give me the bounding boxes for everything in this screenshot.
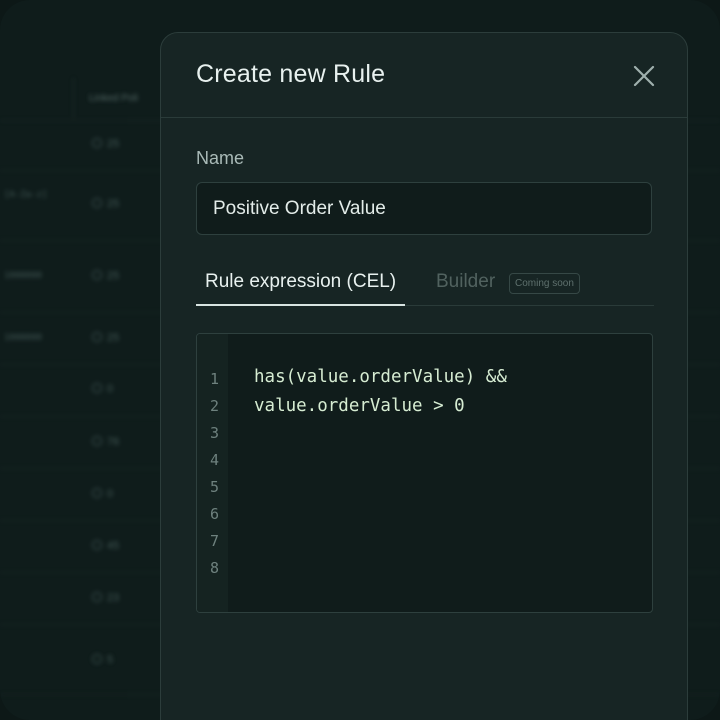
- linked-count: 25: [92, 270, 119, 282]
- app-window: Linked Poli 25 [A-Za-z] 25 1000000 25 10…: [0, 0, 720, 720]
- tab-builder: Builder: [436, 271, 496, 292]
- create-rule-modal: Create new Rule Name Rule expression (CE…: [160, 32, 688, 720]
- line-number: 5: [209, 478, 219, 496]
- code-line: value.orderValue > 0: [254, 396, 465, 416]
- code-line: has(value.orderValue) &&: [254, 367, 507, 387]
- tab-rule-expression[interactable]: Rule expression (CEL): [196, 263, 406, 306]
- link-icon: [92, 198, 102, 208]
- count-value: 45: [107, 540, 120, 552]
- linked-count: 25: [92, 332, 119, 344]
- count-value: 76: [107, 436, 120, 448]
- count-value: 25: [107, 270, 120, 282]
- link-icon: [92, 436, 102, 446]
- count-value: 23: [107, 592, 120, 604]
- count-value: 5: [107, 654, 114, 666]
- link-icon: [92, 592, 102, 602]
- linked-count: 76: [92, 436, 119, 448]
- linked-count: 25: [92, 198, 119, 210]
- modal-title: Create new Rule: [196, 60, 386, 88]
- count-value: 0: [107, 488, 114, 500]
- line-number: 1: [209, 370, 219, 388]
- count-value: 0: [107, 383, 114, 395]
- linked-count: 23: [92, 592, 119, 604]
- count-value: 25: [107, 198, 120, 210]
- link-icon: [92, 270, 102, 280]
- count-value: 25: [107, 332, 120, 344]
- expression-tabs: Rule expression (CEL) Builder Coming soo…: [196, 263, 654, 306]
- table-cell: [A-Za-z]: [4, 190, 48, 200]
- line-number: 4: [209, 451, 219, 469]
- line-number: 8: [209, 559, 219, 577]
- link-icon: [92, 383, 102, 393]
- name-input[interactable]: [196, 182, 652, 235]
- link-icon: [92, 654, 102, 664]
- modal-header: Create new Rule: [161, 33, 687, 118]
- linked-count: 0: [92, 383, 113, 395]
- linked-policies-header: Linked Poli: [89, 93, 138, 104]
- line-number: 3: [209, 424, 219, 442]
- linked-count: 25: [92, 138, 119, 150]
- link-icon: [92, 488, 102, 498]
- linked-count: 45: [92, 540, 119, 552]
- line-number: 6: [209, 505, 219, 523]
- coming-soon-badge: Coming soon: [509, 273, 580, 294]
- name-label: Name: [196, 148, 245, 168]
- close-button[interactable]: [631, 63, 657, 89]
- linked-count: 5: [92, 654, 113, 666]
- table-cell: 1000000: [4, 271, 42, 281]
- link-icon: [92, 332, 102, 342]
- link-icon: [92, 540, 102, 550]
- count-value: 25: [107, 138, 120, 150]
- link-icon: [92, 138, 102, 148]
- code-editor[interactable]: 1 2 3 4 5 6 7 8 has(value.orderValue) &&…: [196, 333, 653, 613]
- table-cell: 1000000: [4, 333, 42, 343]
- line-number: 7: [209, 532, 219, 550]
- close-icon: [633, 65, 655, 87]
- column-divider: [73, 78, 74, 118]
- line-number-gutter: 1 2 3 4 5 6 7 8: [197, 334, 228, 612]
- line-number: 2: [209, 397, 219, 415]
- linked-count: 0: [92, 488, 113, 500]
